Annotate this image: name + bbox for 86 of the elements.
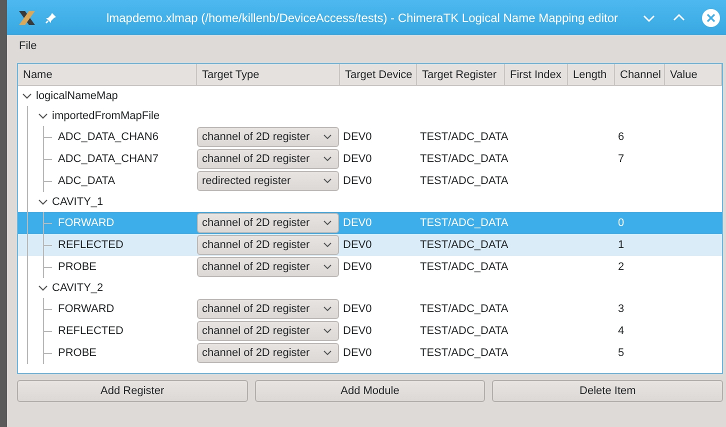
table-cell: TEST/ADC_DATA	[420, 239, 508, 251]
table-cell: TEST/ADC_DATA	[420, 347, 508, 359]
table-cell: TEST/ADC_DATA	[420, 131, 508, 143]
caret-icon	[323, 178, 332, 184]
table-cell: DEV0	[343, 303, 372, 315]
node-name: ADC_DATA_CHAN7	[58, 153, 158, 165]
target-type-dropdown[interactable]: channel of 2D register	[197, 235, 339, 255]
node-name: logicalNameMap	[36, 90, 118, 102]
table-cell: DEV0	[343, 347, 372, 359]
column-header[interactable]: Value	[665, 64, 722, 85]
table-cell: TEST/ADC_DATA	[420, 217, 508, 229]
table-cell: TEST/ADC_DATA	[420, 175, 508, 187]
table-cell: 6	[618, 131, 624, 143]
tree-row[interactable]: REFLECTED channel of 2D register DEV0 TEST/ADC_DATA 1	[18, 234, 722, 256]
column-header[interactable]: Target Register	[417, 64, 505, 85]
table-cell: DEV0	[343, 239, 372, 251]
target-type-dropdown[interactable]: channel of 2D register	[197, 343, 339, 363]
table-cell: 3	[618, 303, 624, 315]
tree-row[interactable]: CAVITY_1	[18, 192, 722, 212]
node-name: importedFromMapFile	[52, 110, 160, 122]
tree-row[interactable]: CAVITY_2	[18, 278, 722, 298]
node-name: FORWARD	[58, 303, 114, 315]
target-type-dropdown[interactable]: channel of 2D register	[197, 299, 339, 319]
chevron-icon[interactable]	[38, 197, 48, 207]
tree-row[interactable]: ADC_DATA_CHAN6 channel of 2D register DEV0 TEST/ADC_DATA 6	[18, 126, 722, 148]
close-icon[interactable]	[702, 8, 720, 26]
table-cell: DEV0	[343, 175, 372, 187]
chevron-icon[interactable]	[38, 283, 48, 293]
table-cell: 2	[618, 261, 624, 273]
table-cell: 7	[618, 153, 624, 165]
node-name: CAVITY_1	[52, 196, 104, 208]
table-cell: DEV0	[343, 131, 372, 143]
table-cell: 1	[618, 239, 624, 251]
table-cell: TEST/ADC_DATA	[420, 153, 508, 165]
node-name: REFLECTED	[58, 325, 124, 337]
node-name: FORWARD	[58, 217, 114, 229]
target-type-dropdown[interactable]: channel of 2D register	[197, 127, 339, 147]
tree-row[interactable]: ADC_DATA_CHAN7 channel of 2D register DEV0 TEST/ADC_DATA 7	[18, 148, 722, 170]
column-header[interactable]: Channel	[615, 64, 665, 85]
push-button[interactable]: Delete Item	[492, 380, 724, 402]
tree-row[interactable]: ADC_DATA redirected register DEV0 TEST/ADC_DATA	[18, 170, 722, 192]
caret-icon	[323, 156, 332, 162]
node-name: ADC_DATA_CHAN6	[58, 131, 158, 143]
column-header[interactable]: Target Device	[340, 64, 417, 85]
column-header[interactable]: Length	[568, 64, 615, 85]
target-type-dropdown[interactable]: channel of 2D register	[197, 213, 339, 233]
tree-row[interactable]: PROBE channel of 2D register DEV0 TEST/ADC_DATA 5	[18, 342, 722, 364]
target-type-dropdown[interactable]: channel of 2D register	[197, 149, 339, 169]
table-cell: 4	[618, 325, 624, 337]
caret-icon	[323, 264, 332, 270]
node-name: ADC_DATA	[58, 175, 116, 187]
tree-row[interactable]: PROBE channel of 2D register DEV0 TEST/ADC_DATA 2	[18, 256, 722, 278]
caret-icon	[323, 328, 332, 334]
table-cell: DEV0	[343, 153, 372, 165]
caret-icon	[323, 242, 332, 248]
table-cell: 5	[618, 347, 624, 359]
target-type-dropdown[interactable]: redirected register	[197, 171, 339, 191]
menu-item[interactable]: File	[19, 38, 37, 54]
push-button[interactable]: Add Register	[17, 380, 248, 402]
window-title: lmapdemo.xlmap (/home/killenb/DeviceAccess/tests) - ChimeraTK Logical Name Mapping editor	[105, 10, 618, 24]
target-type-dropdown[interactable]: channel of 2D register	[197, 257, 339, 277]
node-name: PROBE	[58, 347, 97, 359]
tree-row[interactable]: importedFromMapFile	[18, 106, 722, 126]
caret-icon	[323, 134, 332, 140]
caret-icon	[323, 350, 332, 356]
node-name: PROBE	[58, 261, 97, 273]
table-cell: 0	[618, 217, 624, 229]
node-name: REFLECTED	[58, 239, 124, 251]
tree-row[interactable]: FORWARD channel of 2D register DEV0 TEST/ADC_DATA 0	[18, 212, 722, 234]
column-header[interactable]: First Index	[505, 64, 568, 85]
push-button[interactable]: Add Module	[254, 380, 486, 402]
tree-row[interactable]: REFLECTED channel of 2D register DEV0 TEST/ADC_DATA 4	[18, 320, 722, 342]
column-header[interactable]: Target Type	[197, 64, 340, 85]
table-cell: TEST/ADC_DATA	[420, 303, 508, 315]
column-header[interactable]: Name	[18, 64, 197, 85]
caret-icon	[323, 220, 332, 226]
caret-icon	[323, 306, 332, 312]
table-cell: TEST/ADC_DATA	[420, 325, 508, 337]
table-cell: DEV0	[343, 261, 372, 273]
table-cell: DEV0	[343, 217, 372, 229]
node-name: CAVITY_2	[52, 282, 104, 294]
tree-row[interactable]: logicalNameMap	[18, 86, 722, 106]
target-type-dropdown[interactable]: channel of 2D register	[197, 321, 339, 341]
table-cell: DEV0	[343, 325, 372, 337]
table-cell: TEST/ADC_DATA	[420, 261, 508, 273]
tree-row[interactable]: FORWARD channel of 2D register DEV0 TEST/ADC_DATA 3	[18, 298, 722, 320]
